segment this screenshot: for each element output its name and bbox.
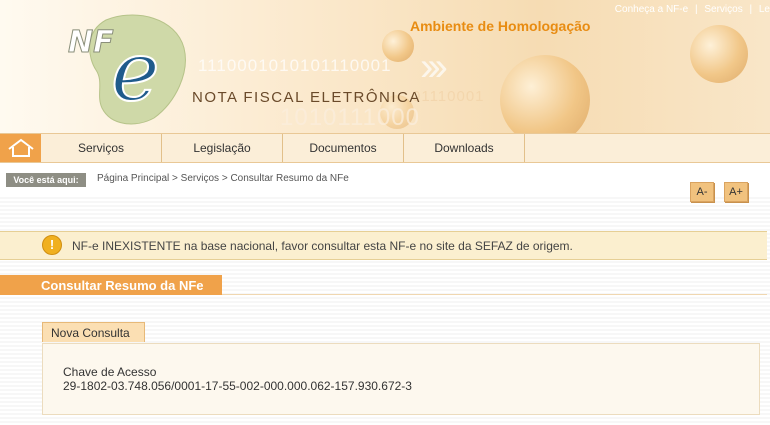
breadcrumb-label: Você está aqui:: [6, 173, 86, 187]
top-link-separator: |: [694, 4, 698, 15]
exclamation-icon: !: [42, 235, 62, 255]
alert-text: NF-e INEXISTENTE na base nacional, favor…: [72, 239, 573, 253]
svg-text:NF: NF: [68, 25, 114, 60]
svg-text:e: e: [111, 25, 160, 120]
font-decrease-button[interactable]: A-: [690, 182, 714, 202]
section-divider: [222, 294, 767, 295]
home-icon: [7, 138, 34, 157]
breadcrumb-servicos-link[interactable]: Serviços: [181, 173, 219, 184]
breadcrumb-separator: >: [172, 173, 178, 184]
consulta-panel: Chave de Acesso 29-1802-03.748.056/0001-…: [42, 343, 760, 415]
top-links: Conheça a NF-e | Serviços | Le: [611, 4, 770, 15]
nav-item-downloads[interactable]: Downloads: [404, 134, 525, 162]
tab-nova-consulta[interactable]: Nova Consulta: [42, 322, 145, 342]
top-link-separator: |: [749, 4, 753, 15]
chave-acesso-value: 29-1802-03.748.056/0001-17-55-002-000.00…: [63, 379, 412, 393]
home-button[interactable]: [0, 134, 41, 162]
top-link-conheca[interactable]: Conheça a NF-e: [615, 4, 688, 15]
environment-label: Ambiente de Homologação: [410, 18, 591, 34]
decor-binary: 01110001: [412, 88, 485, 105]
top-link-le[interactable]: Le: [759, 4, 770, 15]
decor-arrows: ›››: [420, 45, 448, 89]
nav-item-documentos[interactable]: Documentos: [283, 134, 404, 162]
header-banner: ››› 1110001010101110001 01110001 1010111…: [0, 0, 770, 133]
main-nav: Serviços Legislação Documentos Downloads: [0, 133, 770, 163]
breadcrumb-home-link[interactable]: Página Principal: [97, 173, 169, 184]
decor-orb: [500, 55, 590, 133]
breadcrumb: Página Principal > Serviços > Consultar …: [97, 173, 349, 184]
breadcrumb-separator: >: [221, 173, 228, 184]
alert-message-box: ! NF-e INEXISTENTE na base nacional, fav…: [0, 231, 767, 260]
decor-binary: 1110001010101110001: [198, 56, 392, 75]
chave-acesso-label: Chave de Acesso: [63, 365, 157, 379]
section-header: Consultar Resumo da NFe: [0, 275, 222, 295]
decor-orb: [690, 25, 748, 83]
nav-item-legislacao[interactable]: Legislação: [162, 134, 283, 162]
nav-item-servicos[interactable]: Serviços: [41, 134, 162, 162]
decor-binary: 1010111000: [280, 104, 420, 131]
section-title: Consultar Resumo da NFe: [41, 278, 204, 293]
logo-subtitle: NOTA FISCAL ELETRÔNICA: [192, 89, 421, 106]
top-link-servicos[interactable]: Serviços: [704, 4, 742, 15]
font-increase-button[interactable]: A+: [724, 182, 748, 202]
nfe-logo[interactable]: NF e: [66, 10, 191, 130]
breadcrumb-current: Consultar Resumo da NFe: [230, 173, 349, 184]
